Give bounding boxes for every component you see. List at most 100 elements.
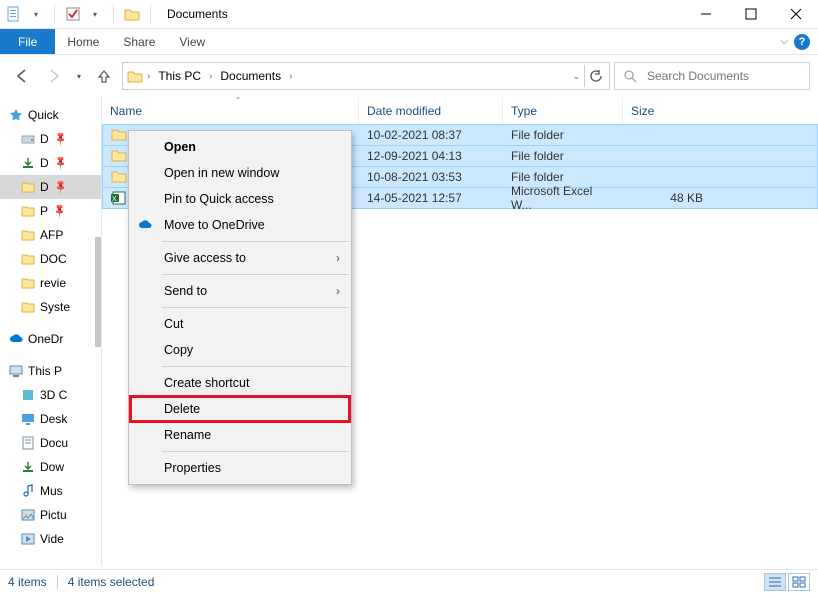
sidebar-item[interactable]: Desk <box>0 407 101 431</box>
folder-icon <box>20 299 36 315</box>
chevron-down-icon[interactable]: ▾ <box>87 6 103 22</box>
file-size <box>623 125 719 145</box>
folder-icon <box>124 6 140 22</box>
address-bar[interactable]: › This PC › Documents › ⌄ <box>122 62 610 90</box>
pin-icon: 📌 <box>53 155 70 172</box>
minimize-button[interactable] <box>683 0 728 29</box>
close-button[interactable] <box>773 0 818 29</box>
pin-icon: 📌 <box>53 179 70 196</box>
view-details-button[interactable] <box>764 573 786 591</box>
back-button[interactable] <box>8 62 36 90</box>
breadcrumb-documents[interactable]: Documents <box>216 69 285 83</box>
tab-share[interactable]: Share <box>111 29 167 54</box>
sidebar-item-label: This P <box>28 364 62 378</box>
breadcrumb-this-pc[interactable]: This PC <box>154 69 205 83</box>
refresh-icon[interactable] <box>589 69 603 83</box>
tab-file[interactable]: File <box>0 29 55 54</box>
context-menu: Open Open in new window Pin to Quick acc… <box>128 130 352 485</box>
folder-icon <box>20 275 36 291</box>
sidebar-this-pc[interactable]: This P <box>0 359 101 383</box>
sidebar-item[interactable]: Dow <box>0 455 101 479</box>
ctx-copy[interactable]: Copy <box>130 337 350 363</box>
address-dropdown-icon[interactable]: ⌄ <box>572 71 580 82</box>
cloud-icon <box>136 216 154 234</box>
sidebar-item[interactable]: DOC <box>0 247 101 271</box>
download-icon <box>20 459 36 475</box>
ctx-create-shortcut[interactable]: Create shortcut <box>130 370 350 396</box>
forward-button[interactable] <box>40 62 68 90</box>
ctx-open-new-window[interactable]: Open in new window <box>130 160 350 186</box>
sidebar-item-label: D <box>40 132 49 146</box>
doc-icon <box>6 6 22 22</box>
ctx-give-access[interactable]: Give access to› <box>130 245 350 271</box>
column-size[interactable]: Size <box>622 97 718 124</box>
folder-icon <box>20 203 36 219</box>
ctx-pin-quick-access[interactable]: Pin to Quick access <box>130 186 350 212</box>
ctx-open[interactable]: Open <box>130 134 350 160</box>
status-bar: 4 items 4 items selected <box>0 569 818 593</box>
search-input[interactable] <box>645 68 801 84</box>
recent-dropdown[interactable]: ▾ <box>72 62 86 90</box>
search-box[interactable] <box>614 62 810 90</box>
sidebar-item[interactable]: 3D C <box>0 383 101 407</box>
chevron-right-icon[interactable]: › <box>289 71 292 82</box>
sidebar-item-label: revie <box>40 276 66 290</box>
column-name[interactable]: ⌃ Name <box>102 97 358 124</box>
sidebar-item[interactable]: D📌 <box>0 127 101 151</box>
music-icon <box>20 483 36 499</box>
sidebar-item[interactable]: Vide <box>0 527 101 551</box>
file-date: 10-08-2021 03:53 <box>359 167 503 187</box>
sidebar-item-label: Mus <box>40 484 63 498</box>
file-size <box>623 167 719 187</box>
drive-icon <box>20 131 36 147</box>
cloud-icon <box>8 331 24 347</box>
column-date[interactable]: Date modified <box>358 97 502 124</box>
sidebar-item[interactable]: AFP <box>0 223 101 247</box>
chevron-right-icon[interactable]: › <box>209 71 212 82</box>
sidebar-item[interactable]: Syste <box>0 295 101 319</box>
expand-ribbon-icon[interactable]: ⌵ <box>780 36 788 47</box>
excel-icon: X <box>111 190 127 206</box>
ctx-properties[interactable]: Properties <box>130 455 350 481</box>
sidebar-item[interactable]: Docu <box>0 431 101 455</box>
sidebar-quick-access[interactable]: Quick <box>0 103 101 127</box>
ctx-send-to[interactable]: Send to› <box>130 278 350 304</box>
download-icon <box>20 155 36 171</box>
sidebar-item[interactable]: D📌 <box>0 175 101 199</box>
sidebar-item[interactable]: Mus <box>0 479 101 503</box>
file-type: Microsoft Excel W... <box>503 188 623 208</box>
sidebar-item-label: Docu <box>40 436 68 450</box>
pin-icon: 📌 <box>53 131 70 148</box>
column-type[interactable]: Type <box>502 97 622 124</box>
ctx-delete[interactable]: Delete <box>130 396 350 422</box>
sidebar-item-label: Quick <box>28 108 59 122</box>
checkbox-icon[interactable] <box>65 6 81 22</box>
sidebar-item[interactable]: Pictu <box>0 503 101 527</box>
ctx-cut[interactable]: Cut <box>130 311 350 337</box>
sidebar-item[interactable]: revie <box>0 271 101 295</box>
view-icons-button[interactable] <box>788 573 810 591</box>
sidebar-item[interactable]: P📌 <box>0 199 101 223</box>
file-size <box>623 146 719 166</box>
ctx-rename[interactable]: Rename <box>130 422 350 448</box>
help-icon[interactable]: ? <box>794 34 810 50</box>
up-button[interactable] <box>90 62 118 90</box>
chevron-down-icon[interactable]: ▾ <box>28 6 44 22</box>
ctx-move-onedrive[interactable]: Move to OneDrive <box>130 212 350 238</box>
chevron-right-icon: › <box>336 284 340 298</box>
tab-view[interactable]: View <box>167 29 217 54</box>
documents-icon <box>20 435 36 451</box>
title-bar: ▾ ▾ Documents <box>0 0 818 29</box>
pc-icon <box>8 363 24 379</box>
search-icon <box>623 69 637 83</box>
tab-home[interactable]: Home <box>55 29 111 54</box>
sidebar-item-label: D <box>40 180 49 194</box>
maximize-button[interactable] <box>728 0 773 29</box>
folder-icon <box>111 127 127 143</box>
file-type: File folder <box>503 146 623 166</box>
scrollbar[interactable] <box>95 237 101 347</box>
sidebar-item[interactable]: D📌 <box>0 151 101 175</box>
svg-text:X: X <box>112 196 117 203</box>
chevron-right-icon[interactable]: › <box>147 71 150 82</box>
sidebar-onedrive[interactable]: OneDr <box>0 327 101 351</box>
